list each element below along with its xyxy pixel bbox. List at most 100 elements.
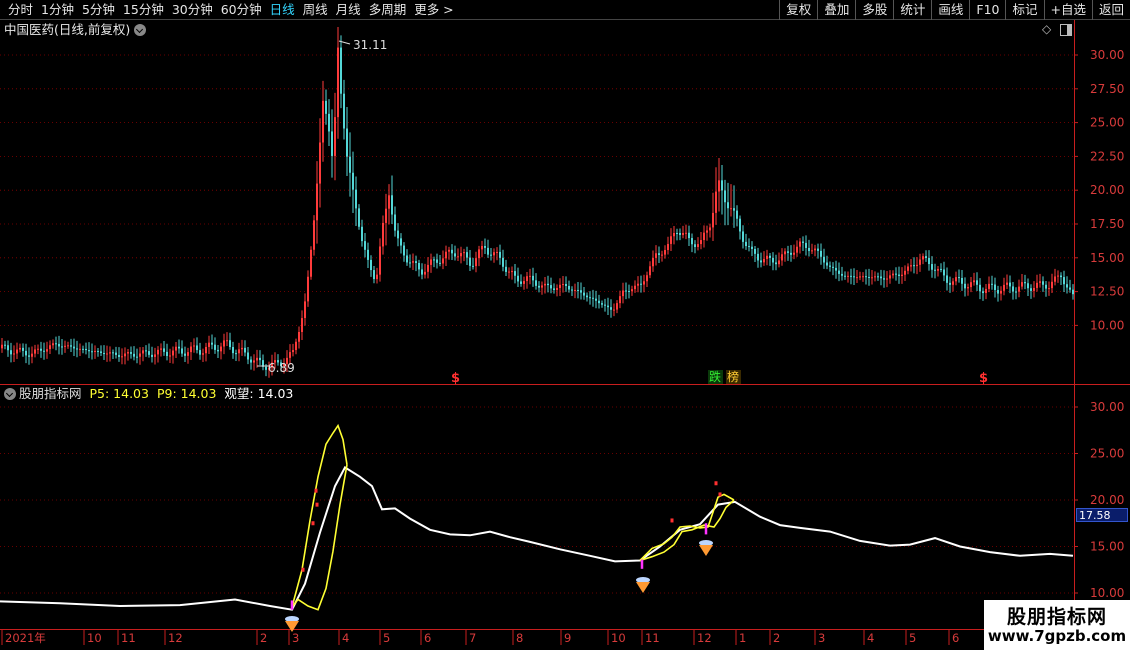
candle-body — [73, 346, 75, 349]
candle-body — [178, 346, 180, 349]
candle-body — [1060, 275, 1062, 278]
candle-body — [796, 246, 798, 253]
candle-body — [925, 256, 927, 259]
badge-rank: 榜 — [727, 369, 739, 384]
candle-body — [979, 284, 981, 292]
candle-body — [187, 352, 189, 356]
candle-body — [997, 290, 999, 294]
candle-body — [976, 280, 978, 285]
candle-body — [718, 180, 720, 192]
candle-body — [721, 180, 723, 191]
candle-body — [886, 278, 888, 280]
candle-body — [970, 282, 972, 288]
candle-body — [10, 350, 12, 355]
candle-body — [307, 276, 309, 302]
candle-body — [862, 276, 864, 278]
candle-body — [511, 271, 513, 273]
candle-body — [910, 265, 912, 267]
candle-body — [829, 265, 831, 267]
time-label: 10 — [611, 631, 626, 645]
candle-body — [508, 271, 510, 273]
candle-body — [163, 348, 165, 352]
time-label: 2 — [260, 631, 267, 645]
time-label: 6 — [952, 631, 959, 645]
candle-body — [901, 274, 903, 276]
candle-body — [985, 288, 987, 294]
candle-body — [103, 352, 105, 355]
indicator-name[interactable]: 股朋指标网 — [19, 386, 82, 401]
candle-body — [1036, 282, 1038, 288]
time-label: 3 — [292, 631, 299, 645]
chart-surface[interactable]: 31.116.89$ $跌榜 30.0027.5025.0022.5020.001… — [0, 0, 1130, 650]
candle-body — [166, 351, 168, 356]
candle-body — [316, 183, 318, 221]
candle-body — [883, 278, 885, 280]
chevron-down-icon[interactable] — [134, 24, 147, 36]
candle-body — [745, 241, 747, 247]
candle-body — [31, 353, 33, 357]
candle-body — [505, 266, 507, 272]
chevron-down-icon[interactable] — [4, 388, 16, 400]
indicator-tick-label: 25.00 — [1090, 447, 1124, 461]
candle-body — [85, 348, 87, 351]
candle-body — [139, 353, 141, 357]
candle-body — [373, 270, 375, 280]
candle-body — [622, 290, 624, 297]
candle-body — [94, 350, 96, 352]
candle-body — [940, 268, 942, 270]
candle-body — [16, 349, 18, 354]
candle-body — [301, 318, 303, 332]
candle-body — [916, 264, 918, 267]
candle-body — [868, 276, 870, 278]
candle-body — [58, 343, 60, 347]
candle-body — [235, 353, 237, 355]
indicator-title-bar: 股朋指标网 P5: 14.03 P9: 14.03 观望: 14.03 — [4, 386, 293, 402]
candle-body — [358, 208, 360, 227]
candle-body — [466, 252, 468, 258]
time-label: 10 — [87, 631, 102, 645]
candle-body — [388, 195, 390, 209]
candle-body — [1045, 284, 1047, 289]
candle-body — [865, 276, 867, 278]
candle-body — [880, 276, 882, 279]
candle-body — [853, 276, 855, 278]
candle-body — [889, 275, 891, 279]
stock-title[interactable]: 中国医药(日线,前复权) — [4, 22, 130, 37]
candle-body — [700, 240, 702, 245]
candle-body — [826, 262, 828, 266]
panel-toggle-icon[interactable] — [1060, 24, 1072, 36]
candle-body — [250, 359, 252, 363]
candle-body — [649, 266, 651, 276]
candle-body — [1039, 281, 1041, 283]
candle-body — [640, 283, 642, 285]
candle-body — [571, 289, 573, 291]
candle-body — [136, 356, 138, 358]
candle-body — [52, 343, 54, 346]
candle-body — [454, 253, 456, 257]
candle-body — [982, 291, 984, 294]
candle-body — [1069, 287, 1071, 290]
candle-body — [70, 345, 72, 347]
candle-body — [1042, 281, 1044, 285]
diamond-icon[interactable]: ◇ — [1042, 22, 1051, 36]
candle-body — [109, 352, 111, 354]
candle-body — [709, 227, 711, 231]
signal-dot — [315, 502, 319, 507]
signal-dot — [670, 518, 674, 523]
candle-body — [577, 289, 579, 291]
candle-body — [100, 351, 102, 353]
candle-body — [739, 218, 741, 232]
candle-body — [769, 255, 771, 258]
candle-body — [370, 259, 372, 271]
candle-body — [841, 273, 843, 276]
candle-body — [937, 268, 939, 271]
candle-body — [748, 246, 750, 248]
candle-body — [205, 346, 207, 354]
candle-body — [406, 255, 408, 263]
candle-body — [523, 281, 525, 284]
signal-dot — [714, 481, 718, 486]
candle-body — [490, 254, 492, 256]
candle-body — [514, 271, 516, 276]
price-tick-label: 27.50 — [1090, 82, 1124, 96]
candle-body — [415, 261, 417, 263]
